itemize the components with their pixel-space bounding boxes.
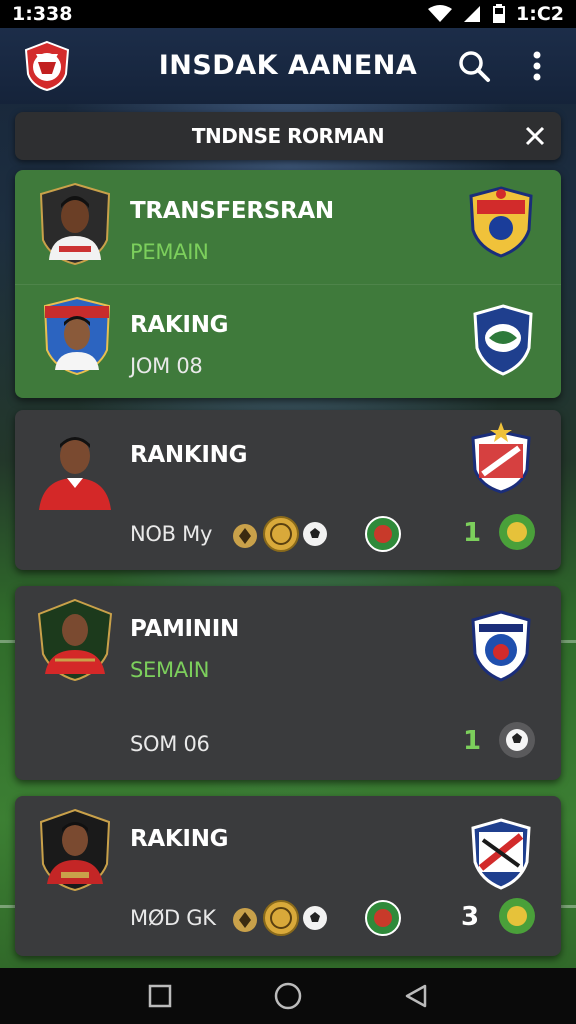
status-bar: 1:338 1:C2 [0, 0, 576, 28]
player-avatar [39, 437, 111, 510]
card-subtitle: PEMAIN [130, 240, 209, 264]
club-crest-icon [471, 610, 531, 682]
player-avatar [39, 808, 111, 892]
status-time-left: 1:338 [12, 3, 73, 25]
badge-icon [233, 524, 257, 548]
club-crest-icon [471, 422, 531, 494]
coin-icon [263, 516, 299, 552]
circle-icon [274, 982, 302, 1010]
club-badge-icon [365, 900, 401, 936]
close-icon[interactable] [523, 124, 547, 148]
search-icon[interactable] [456, 48, 492, 84]
recents-button[interactable] [140, 976, 180, 1016]
player-avatar [39, 182, 111, 266]
score-value: 3 [461, 902, 480, 932]
card-title: TRANSFERSRAN [130, 198, 334, 224]
coin-icon [499, 514, 535, 550]
card-detail: SOM 06 [130, 732, 210, 756]
card-title: RAKING [130, 826, 229, 852]
score-value: 1 [463, 726, 482, 756]
player-card[interactable]: PAMININ SEMAIN SOM 06 1 [15, 586, 561, 780]
more-vert-icon[interactable] [522, 48, 552, 84]
club-badge-icon [365, 516, 401, 552]
ball-icon [499, 722, 535, 758]
card-title: RANKING [130, 442, 248, 468]
club-crest-icon [469, 186, 533, 258]
card-subtitle: MØD GK [130, 906, 216, 930]
signal-icon [464, 6, 481, 22]
system-nav-bar [0, 968, 576, 1024]
coin-icon [263, 900, 299, 936]
ranking-card[interactable]: RAKING MØD GK 3 [15, 796, 561, 956]
badge-icon [233, 908, 257, 932]
square-icon [148, 984, 172, 1008]
ball-icon [303, 522, 327, 546]
battery-icon [493, 4, 506, 23]
ranking-card[interactable]: RANKING NOB My 1 [15, 410, 561, 570]
card-subtitle: JOM 08 [130, 354, 203, 378]
player-avatar [37, 598, 113, 682]
status-time-right: 1:C2 [516, 3, 564, 25]
divider [15, 284, 561, 285]
card-title: RAKING [130, 312, 229, 338]
status-icons: 1:C2 [428, 3, 564, 25]
notification-banner[interactable]: TNDNSE RORMAN [15, 112, 561, 160]
score-value: 1 [463, 518, 482, 548]
card-title: PAMININ [130, 616, 239, 642]
home-button[interactable] [268, 976, 308, 1016]
card-subtitle: SEMAIN [130, 658, 210, 682]
club-crest-icon [473, 304, 533, 376]
app-title: INSDAK AANENA [158, 50, 418, 81]
ball-icon [303, 906, 327, 930]
triangle-back-icon [405, 984, 427, 1008]
app-logo-icon[interactable] [22, 40, 72, 92]
wifi-icon [428, 5, 453, 22]
club-crest-icon [471, 818, 531, 890]
app-bar: INSDAK AANENA [0, 28, 576, 104]
transfer-card[interactable]: TRANSFERSRAN PEMAIN RAKING JOM 08 [15, 170, 561, 398]
coin-icon [499, 898, 535, 934]
banner-text: TNDNSE RORMAN [191, 124, 385, 148]
player-avatar [43, 296, 111, 376]
card-subtitle: NOB My [130, 522, 213, 546]
back-button[interactable] [396, 976, 436, 1016]
